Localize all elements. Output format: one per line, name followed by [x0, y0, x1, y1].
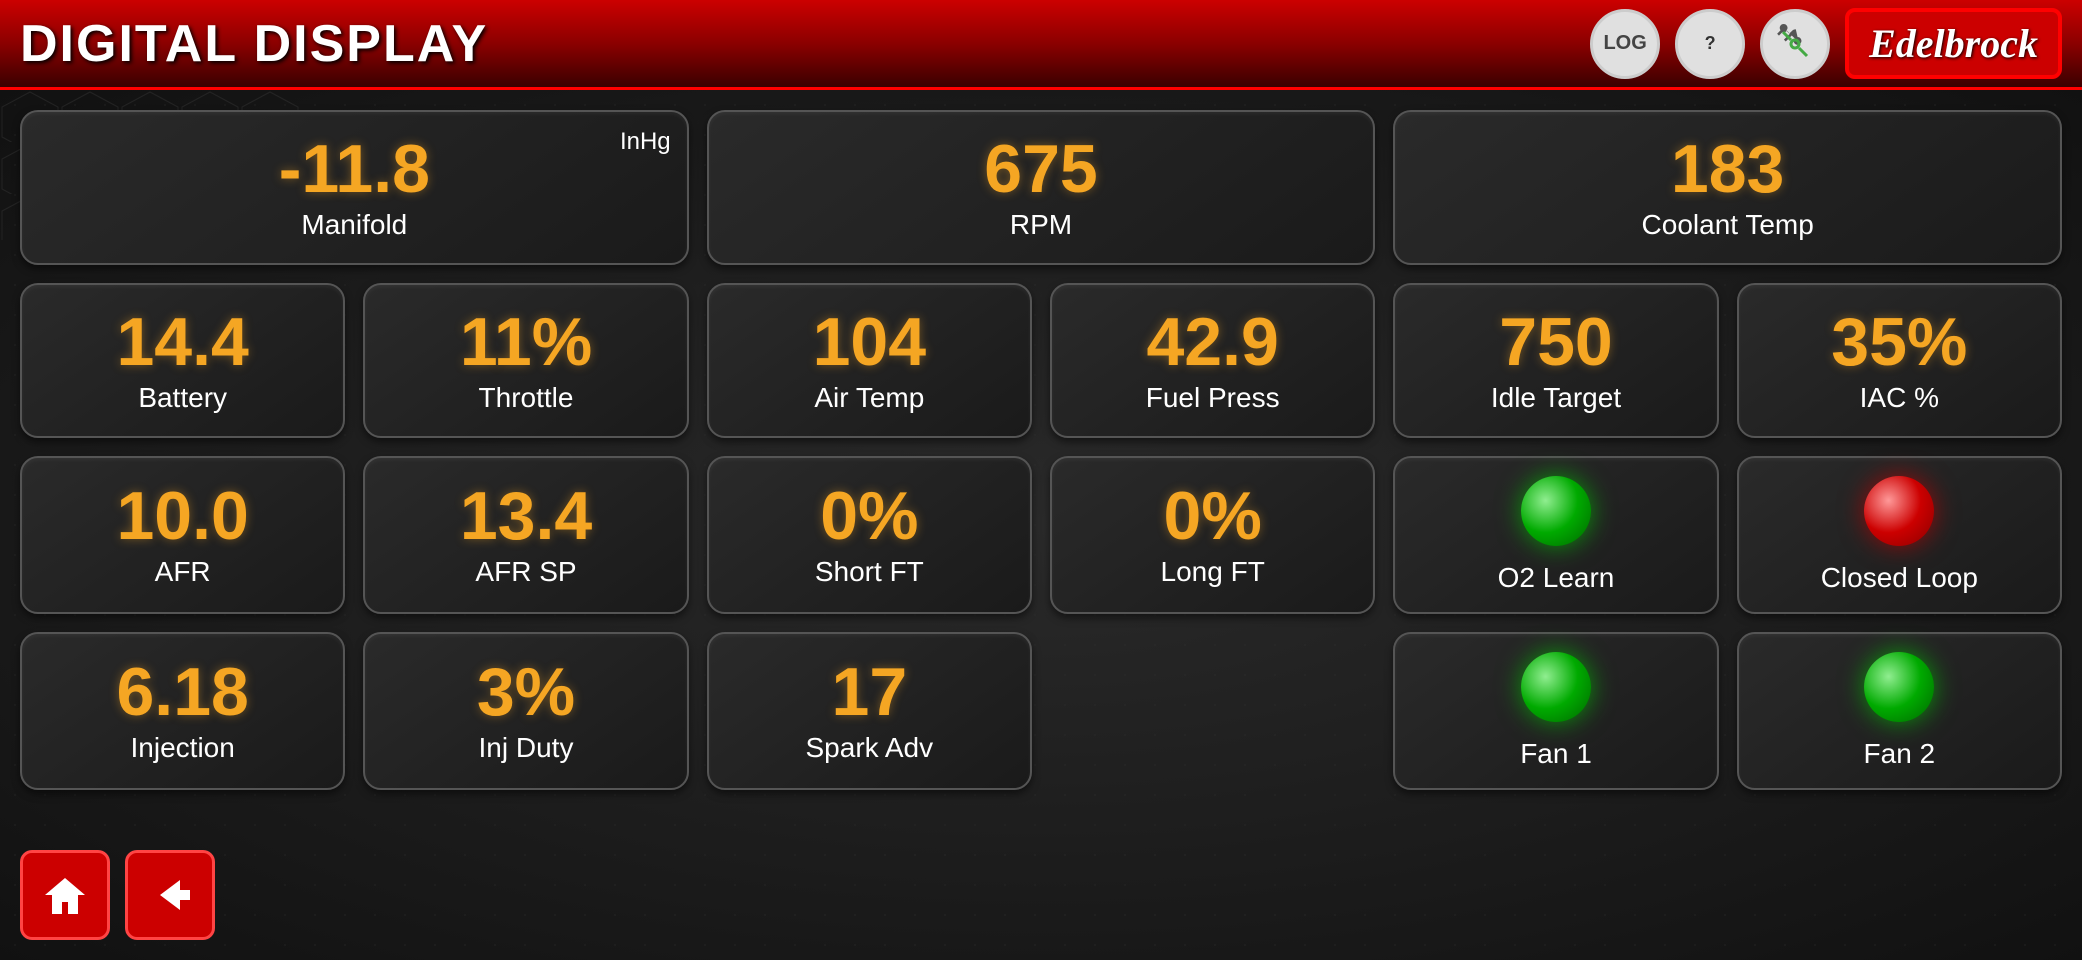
metrics-grid: -11.8 Manifold InHg 675 RPM 183 Coolant …	[20, 110, 2062, 790]
closed-loop-indicator	[1864, 476, 1934, 546]
throttle-label: Throttle	[479, 382, 574, 414]
back-button[interactable]	[125, 850, 215, 940]
header-controls: LOG ? Edelbrock	[1590, 8, 2062, 79]
air-temp-card: 104 Air Temp	[707, 283, 1032, 438]
home-icon	[40, 870, 90, 920]
header: DIGITAL DISPLAY LOG ? Edelbrock	[0, 0, 2082, 90]
long-ft-label: Long FT	[1161, 556, 1265, 588]
manifold-label: Manifold	[301, 209, 407, 241]
throttle-card: 11% Throttle	[363, 283, 688, 438]
injection-value: 6.18	[116, 658, 248, 726]
afr-sp-value: 13.4	[460, 482, 592, 550]
back-arrow-icon	[145, 870, 195, 920]
page-title: DIGITAL DISPLAY	[20, 14, 488, 74]
iac-label: IAC %	[1860, 382, 1939, 414]
o2-learn-indicator	[1521, 476, 1591, 546]
iac-card: 35% IAC %	[1737, 283, 2062, 438]
spark-adv-card: 17 Spark Adv	[707, 632, 1032, 790]
edelbrock-logo: Edelbrock	[1845, 8, 2062, 79]
injection-label: Injection	[131, 732, 235, 764]
fan1-label: Fan 1	[1520, 738, 1592, 770]
rpm-label: RPM	[1010, 209, 1072, 241]
wrench-icon	[1775, 24, 1815, 64]
air-temp-value: 104	[813, 308, 926, 376]
afr-label: AFR	[155, 556, 211, 588]
throttle-value: 11%	[460, 308, 592, 376]
short-ft-card: 0% Short FT	[707, 456, 1032, 614]
battery-value: 14.4	[116, 308, 248, 376]
battery-card: 14.4 Battery	[20, 283, 345, 438]
afr-sp-card: 13.4 AFR SP	[363, 456, 688, 614]
closed-loop-card: Closed Loop	[1737, 456, 2062, 614]
injection-card: 6.18 Injection	[20, 632, 345, 790]
help-button[interactable]: ?	[1675, 9, 1745, 79]
idle-target-card: 750 Idle Target	[1393, 283, 1718, 438]
afr-value: 10.0	[116, 482, 248, 550]
fan1-indicator	[1521, 652, 1591, 722]
manifold-value: -11.8	[279, 135, 430, 203]
inj-duty-label: Inj Duty	[479, 732, 574, 764]
fan2-indicator	[1864, 652, 1934, 722]
o2-learn-label: O2 Learn	[1498, 562, 1615, 594]
air-temp-label: Air Temp	[814, 382, 924, 414]
rpm-value: 675	[984, 135, 1097, 203]
rpm-card: 675 RPM	[707, 110, 1376, 265]
fuel-press-label: Fuel Press	[1146, 382, 1280, 414]
home-button[interactable]	[20, 850, 110, 940]
fan2-card: Fan 2	[1737, 632, 2062, 790]
idle-target-value: 750	[1499, 308, 1612, 376]
afr-sp-label: AFR SP	[475, 556, 576, 588]
inj-duty-card: 3% Inj Duty	[363, 632, 688, 790]
afr-card: 10.0 AFR	[20, 456, 345, 614]
settings-icon-button[interactable]	[1760, 9, 1830, 79]
battery-label: Battery	[138, 382, 227, 414]
spark-adv-label: Spark Adv	[806, 732, 934, 764]
manifold-card: -11.8 Manifold InHg	[20, 110, 689, 265]
log-button[interactable]: LOG	[1590, 9, 1660, 79]
idle-target-label: Idle Target	[1491, 382, 1621, 414]
bottom-nav	[20, 850, 215, 940]
short-ft-label: Short FT	[815, 556, 924, 588]
coolant-temp-label: Coolant Temp	[1642, 209, 1814, 241]
manifold-unit: InHg	[620, 128, 671, 156]
spark-adv-value: 17	[832, 658, 908, 726]
short-ft-value: 0%	[820, 482, 918, 550]
long-ft-value: 0%	[1164, 482, 1262, 550]
fan1-card: Fan 1	[1393, 632, 1718, 790]
inj-duty-value: 3%	[477, 658, 575, 726]
o2-learn-card: O2 Learn	[1393, 456, 1718, 614]
iac-value: 35%	[1831, 308, 1967, 376]
long-ft-card: 0% Long FT	[1050, 456, 1375, 614]
closed-loop-label: Closed Loop	[1821, 562, 1978, 594]
coolant-temp-card: 183 Coolant Temp	[1393, 110, 2062, 265]
main-content: -11.8 Manifold InHg 675 RPM 183 Coolant …	[0, 90, 2082, 960]
fan2-label: Fan 2	[1864, 738, 1936, 770]
fuel-press-value: 42.9	[1146, 308, 1278, 376]
fuel-press-card: 42.9 Fuel Press	[1050, 283, 1375, 438]
coolant-temp-value: 183	[1671, 135, 1784, 203]
